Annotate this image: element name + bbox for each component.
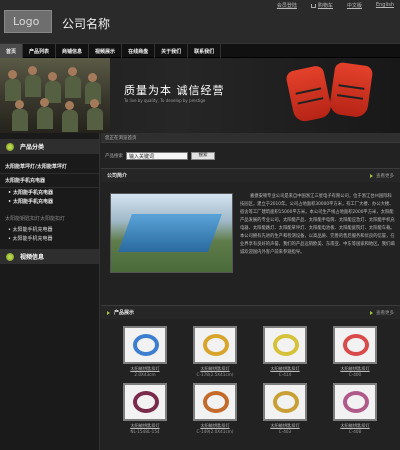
banner-crowd-image xyxy=(0,58,110,133)
top-links: 会员登陆 购物车 中文版 English xyxy=(277,2,394,9)
cart-link[interactable]: 购物车 xyxy=(310,2,333,9)
main-content: 您正在浏览首页 产品搜索 搜索 公司简介 查看更多 嘉捷安顿专业公司是来自中国浙… xyxy=(101,133,400,450)
nav-contact[interactable]: 联系我们 xyxy=(188,44,222,59)
video-title: 视频信息 xyxy=(20,254,45,261)
product-image[interactable] xyxy=(123,383,167,421)
product-card[interactable]: 太阳能钥匙扣灯 C-414 xyxy=(255,326,315,377)
nav-video[interactable]: 视频展示 xyxy=(89,44,123,59)
about-header: 公司简介 查看更多 xyxy=(101,168,400,182)
main-nav: 首页 产品列表 商铺信息 视频展示 在线商盘 关于我们 联系我们 xyxy=(0,43,400,59)
products-more-link[interactable]: 查看更多 xyxy=(370,310,394,316)
nav-products[interactable]: 产品列表 xyxy=(23,44,57,59)
banner-subslogan: To live by quality, To develop by presti… xyxy=(124,98,206,103)
nav-shop-info[interactable]: 商铺信息 xyxy=(56,44,90,59)
product-image[interactable] xyxy=(193,326,237,364)
arrow-right-icon xyxy=(370,173,374,178)
company-name: 公司名称 xyxy=(62,17,111,31)
product-image[interactable] xyxy=(333,383,377,421)
product-card[interactable]: 太阳能钥匙扣灯 C-408 xyxy=(325,383,385,434)
lang-cn-link[interactable]: 中文版 xyxy=(347,2,362,9)
nav-online-shop[interactable]: 在线商盘 xyxy=(122,44,156,59)
logo[interactable]: Logo xyxy=(4,10,52,33)
about-title: 公司简介 xyxy=(107,173,128,179)
products-header: 产品展示 查看更多 xyxy=(101,305,400,319)
sidebar-subitem[interactable]: • 太阳能手机充电器 xyxy=(0,225,99,234)
sidebar-item-lawn-lamp[interactable]: 太阳能草坪灯/太阳能草坪灯 xyxy=(0,160,99,174)
nav-about[interactable]: 关于我们 xyxy=(155,44,189,59)
sidebar-item-keychain[interactable]: 太阳能钥匙扣灯太阳能扣灯 xyxy=(0,212,99,225)
factory-aerial-image xyxy=(110,193,233,273)
life-vest-image xyxy=(285,64,333,124)
cart-icon xyxy=(310,3,316,8)
about-text: 嘉捷安顿专业公司是来自中国浙江三星电子有限公司，位于浙江台州国际科技园区，建立于… xyxy=(240,194,395,255)
arrow-right-icon xyxy=(107,310,111,315)
product-image[interactable] xyxy=(263,383,307,421)
search-input[interactable] xyxy=(126,152,188,160)
banner: 质量为本 诚信经营 To live by quality, To develop… xyxy=(0,58,400,133)
search-label: 产品搜索 xyxy=(105,154,123,159)
product-grid: 太阳能钥匙扣灯 2.0X43cm 太阳能钥匙扣灯 C-178(2.5X41cm) 太… xyxy=(115,326,395,434)
product-card[interactable]: 太阳能钥匙扣灯 C-403 xyxy=(255,383,315,434)
video-heading: 视频信息 xyxy=(0,249,99,264)
product-image[interactable] xyxy=(263,326,307,364)
sidebar-subitem[interactable]: • 太阳能手机充电器 xyxy=(0,188,99,197)
breadcrumb: 您正在浏览首页 xyxy=(101,133,400,143)
product-image[interactable] xyxy=(193,383,237,421)
lang-en-link[interactable]: English xyxy=(376,2,394,9)
product-card[interactable]: 太阳能钥匙扣灯 2.0X43cm xyxy=(115,326,175,377)
category-heading: 产品分类 xyxy=(0,139,99,154)
product-card[interactable]: 太阳能钥匙扣灯 NL-1548L-154 xyxy=(115,383,175,434)
sidebar-subitem[interactable]: • 太阳能手机充电器 xyxy=(0,234,99,243)
header: Logo 公司名称 会员登陆 购物车 中文版 English xyxy=(0,0,400,43)
sidebar: 产品分类 太阳能草坪灯/太阳能草坪灯 太阳能手机充电器 • 太阳能手机充电器 •… xyxy=(0,133,100,450)
cart-label: 购物车 xyxy=(317,3,333,9)
sidebar-item-phone-charger[interactable]: 太阳能手机充电器 xyxy=(0,174,99,188)
banner-slogan: 质量为本 诚信经营 xyxy=(124,84,225,97)
product-card[interactable]: 太阳能钥匙扣灯 C-400 xyxy=(325,326,385,377)
product-card[interactable]: 太阳能钥匙扣灯 C-178(2.5X41cm) xyxy=(185,326,245,377)
sidebar-subitem[interactable]: • 太阳能手机充电器 xyxy=(0,197,99,206)
product-image[interactable] xyxy=(333,326,377,364)
search-button[interactable]: 搜索 xyxy=(191,152,215,160)
category-bullet-icon xyxy=(6,142,14,151)
page: Logo 公司名称 会员登陆 购物车 中文版 English 首页 产品列表 商… xyxy=(0,0,400,450)
products-title-wrap: 产品展示 xyxy=(107,309,134,316)
about-more-link[interactable]: 查看更多 xyxy=(370,173,394,179)
search-bar: 产品搜索 搜索 xyxy=(101,150,400,162)
products-title: 产品展示 xyxy=(114,310,135,316)
product-card[interactable]: 太阳能钥匙扣灯 C-149(2.0X41cm) xyxy=(185,383,245,434)
arrow-right-icon xyxy=(370,310,374,315)
member-login-link[interactable]: 会员登陆 xyxy=(277,2,297,9)
product-image[interactable] xyxy=(123,326,167,364)
life-vest-image xyxy=(328,61,374,119)
nav-home[interactable]: 首页 xyxy=(0,44,24,59)
video-bullet-icon xyxy=(6,252,14,261)
category-title: 产品分类 xyxy=(20,144,45,151)
